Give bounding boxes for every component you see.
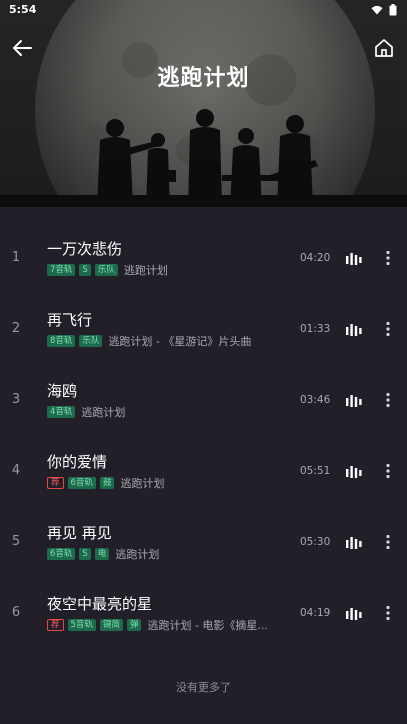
waveform-icon[interactable] bbox=[346, 464, 362, 478]
track-tag: 5音轨 bbox=[67, 619, 96, 631]
page-title: 逃跑计划 bbox=[157, 66, 250, 91]
track-meta: 7音轨 S 乐队 逃跑计划 bbox=[47, 262, 168, 278]
waveform-icon[interactable] bbox=[346, 393, 362, 407]
battery-icon bbox=[389, 4, 397, 16]
track-row[interactable]: 3 海鸥 4音轨 逃跑计划 03:46 bbox=[0, 364, 407, 435]
track-row[interactable]: 6 夜空中最亮的星荐 5音轨 键简弹逃跑计划 - 电影《摘星... 04:19 bbox=[0, 577, 407, 648]
track-title: 再见 再见 bbox=[47, 524, 112, 542]
track-meta: 荐 5音轨 键简弹逃跑计划 - 电影《摘星... bbox=[47, 617, 268, 633]
track-duration: 04:19 bbox=[300, 607, 331, 619]
track-index: 2 bbox=[11, 321, 21, 336]
track-tag: 乐队 bbox=[94, 264, 118, 276]
track-artist: 逃跑计划 - 电影《摘星... bbox=[147, 619, 268, 632]
wifi-icon bbox=[371, 5, 383, 15]
recommend-badge: 荐 bbox=[47, 619, 64, 631]
track-tag: 乐队 bbox=[79, 335, 103, 347]
track-duration: 05:30 bbox=[300, 536, 331, 548]
track-row[interactable]: 1 一万次悲伤 7音轨 S 乐队 逃跑计划 04:20 bbox=[0, 222, 407, 293]
track-index: 5 bbox=[11, 534, 21, 549]
track-index: 6 bbox=[11, 605, 21, 620]
track-index: 4 bbox=[11, 463, 21, 478]
more-vertical-icon[interactable] bbox=[385, 605, 391, 621]
track-artist: 逃跑计划 - 《星游记》片头曲 bbox=[108, 335, 252, 348]
arrow-left-icon bbox=[13, 40, 32, 56]
track-tag: S bbox=[79, 264, 91, 276]
status-time: 5:54 bbox=[9, 3, 37, 16]
track-title: 海鸥 bbox=[47, 382, 78, 400]
track-tag: 6音轨 bbox=[67, 477, 96, 489]
track-list: 1 一万次悲伤 7音轨 S 乐队 逃跑计划 04:20 2 再飞行 8音轨 乐队 逃跑计划 - 《星游… bbox=[0, 222, 407, 648]
track-tag: 4音轨 bbox=[47, 406, 76, 418]
no-more-footer: 没有更多了 bbox=[176, 681, 231, 694]
home-icon bbox=[375, 39, 393, 57]
track-row[interactable]: 4 你的爱情荐 6音轨鼓逃跑计划 05:51 bbox=[0, 435, 407, 506]
more-vertical-icon[interactable] bbox=[385, 534, 391, 550]
waveform-icon[interactable] bbox=[346, 322, 362, 336]
track-tag: 键简 bbox=[99, 619, 123, 631]
track-artist: 逃跑计划 bbox=[81, 406, 126, 419]
track-artist: 逃跑计划 bbox=[120, 477, 165, 490]
track-meta: 6音轨 S 电逃跑计划 bbox=[47, 546, 159, 562]
track-index: 3 bbox=[11, 392, 21, 407]
track-tag: S bbox=[79, 548, 91, 560]
back-button[interactable] bbox=[10, 36, 34, 60]
status-icons bbox=[371, 4, 397, 16]
track-meta: 4音轨 逃跑计划 bbox=[47, 404, 125, 420]
recommend-badge: 荐 bbox=[47, 477, 64, 489]
track-duration: 03:46 bbox=[300, 394, 331, 406]
track-duration: 01:33 bbox=[300, 323, 331, 335]
home-button[interactable] bbox=[373, 37, 395, 59]
track-tag: 8音轨 bbox=[47, 335, 76, 347]
track-tag: 弹 bbox=[126, 619, 142, 631]
band-silhouette-image bbox=[0, 0, 407, 207]
more-vertical-icon[interactable] bbox=[385, 463, 391, 479]
track-tag: 电 bbox=[94, 548, 110, 560]
track-title: 再飞行 bbox=[47, 311, 93, 329]
track-duration: 05:51 bbox=[300, 465, 331, 477]
track-tag: 7音轨 bbox=[47, 264, 76, 276]
track-duration: 04:20 bbox=[300, 252, 331, 264]
status-bar: 5:54 bbox=[0, 0, 407, 20]
track-row[interactable]: 2 再飞行 8音轨 乐队 逃跑计划 - 《星游记》片头曲 01:33 bbox=[0, 293, 407, 364]
track-artist: 逃跑计划 bbox=[123, 264, 168, 277]
track-meta: 荐 6音轨鼓逃跑计划 bbox=[47, 475, 164, 491]
track-index: 1 bbox=[11, 250, 21, 265]
waveform-icon[interactable] bbox=[346, 535, 362, 549]
track-tag: 6音轨 bbox=[47, 548, 76, 560]
track-title: 一万次悲伤 bbox=[47, 240, 123, 258]
track-tag: 鼓 bbox=[99, 477, 115, 489]
more-vertical-icon[interactable] bbox=[385, 321, 391, 337]
waveform-icon[interactable] bbox=[346, 606, 362, 620]
waveform-icon[interactable] bbox=[346, 251, 362, 265]
track-meta: 8音轨 乐队 逃跑计划 - 《星游记》片头曲 bbox=[47, 333, 251, 349]
more-vertical-icon[interactable] bbox=[385, 250, 391, 266]
track-title: 夜空中最亮的星 bbox=[47, 595, 153, 613]
album-cover-banner bbox=[0, 0, 407, 207]
more-vertical-icon[interactable] bbox=[385, 392, 391, 408]
track-title: 你的爱情 bbox=[47, 453, 108, 471]
track-artist: 逃跑计划 bbox=[115, 548, 160, 561]
track-row[interactable]: 5 再见 再见 6音轨 S 电逃跑计划 05:30 bbox=[0, 506, 407, 577]
